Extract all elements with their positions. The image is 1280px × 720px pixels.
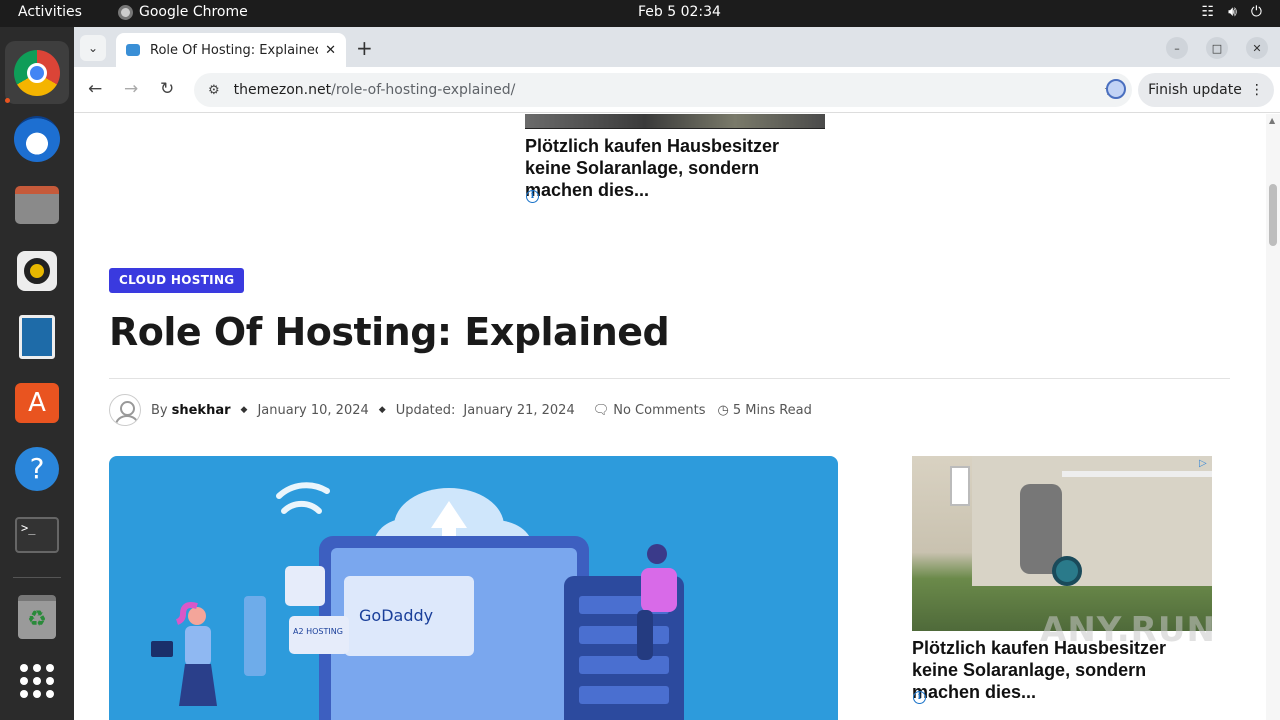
terminal-icon: >_	[15, 517, 59, 553]
category-badge[interactable]: CLOUD HOSTING	[109, 268, 245, 293]
chrome-small-icon	[118, 4, 133, 20]
minimize-button[interactable]: –	[1166, 37, 1188, 59]
volume-icon: 🔊︎	[1228, 4, 1237, 20]
top-ad-text[interactable]: Plötzlich kaufen Hausbesitzer keine Sola…	[525, 135, 815, 201]
hero-image: GoDaddy A2 HOSTING	[109, 456, 838, 720]
side-ad-image[interactable]	[912, 456, 1212, 631]
close-tab-icon[interactable]: ✕	[325, 43, 336, 58]
dock-separator	[13, 577, 61, 578]
favicon-icon	[126, 44, 140, 56]
files-icon	[15, 186, 59, 224]
network-icon: ☷	[1201, 4, 1215, 20]
read-time: 5 Mins Read	[732, 402, 812, 418]
rhythmbox-icon	[17, 251, 57, 291]
dock-software[interactable]: A	[13, 379, 61, 427]
dock-terminal[interactable]: >_	[13, 511, 61, 559]
tab-bar: ⌄ Role Of Hosting: Explained ✕ + – □ ✕	[74, 27, 1280, 67]
new-tab-button[interactable]: +	[356, 36, 373, 60]
dock-thunderbird[interactable]	[13, 115, 61, 163]
apps-grid-icon	[20, 664, 54, 698]
author-link[interactable]: shekhar	[172, 403, 231, 418]
title-divider	[109, 378, 1230, 379]
godaddy-logo-text: GoDaddy	[359, 606, 433, 625]
forward-button[interactable]: →	[124, 79, 138, 99]
by-label: By	[151, 402, 168, 418]
close-window-button[interactable]: ✕	[1246, 37, 1268, 59]
site-info-icon[interactable]: ⚙	[208, 83, 220, 98]
activities-button[interactable]: Activities	[18, 4, 82, 20]
back-button[interactable]: ←	[88, 79, 102, 99]
system-top-bar: Activities Google Chrome Feb 5 02:34 ☷ 🔊…	[0, 0, 1280, 27]
finish-update-button[interactable]: Finish update ⋮	[1138, 73, 1274, 107]
diamond-separator-icon: ◆	[378, 405, 386, 415]
dock-rhythmbox[interactable]	[13, 247, 61, 295]
anyrun-watermark: ANY.RUN	[1040, 610, 1216, 650]
tab-search-button[interactable]: ⌄	[80, 35, 106, 61]
maximize-button[interactable]: □	[1206, 37, 1228, 59]
updated-label: Updated:	[395, 402, 456, 418]
thunderbird-icon	[14, 116, 60, 162]
clock-icon: ◷	[717, 402, 729, 418]
dock-impress[interactable]	[13, 313, 61, 361]
app-menu[interactable]: Google Chrome	[118, 4, 248, 20]
trash-icon: ♻	[18, 595, 56, 639]
browser-toolbar: ← → ↻ ⚙ themezon.net/role-of-hosting-exp…	[74, 67, 1280, 113]
author-avatar[interactable]	[109, 394, 141, 426]
hosting-illustration: GoDaddy A2 HOSTING	[151, 482, 684, 720]
show-apps-button[interactable]	[13, 657, 61, 705]
app-name: Google Chrome	[139, 4, 248, 20]
impress-icon	[19, 315, 55, 359]
dock: A ? >_ ♻	[0, 27, 74, 720]
page-title: Role Of Hosting: Explained	[109, 310, 670, 354]
scroll-up-icon[interactable]: ▲	[1269, 116, 1275, 125]
running-indicator	[5, 98, 10, 103]
tab-active[interactable]: Role Of Hosting: Explained ✕	[116, 33, 346, 67]
comments-link[interactable]: No Comments	[613, 403, 705, 418]
comment-icon: 🗨︎	[592, 402, 610, 418]
chrome-icon	[14, 50, 60, 96]
help-icon: ?	[15, 447, 59, 491]
a2-hosting-logo-text: A2 HOSTING	[293, 627, 343, 636]
adchoices-icon[interactable]: ▷	[1199, 458, 1211, 470]
clock[interactable]: Feb 5 02:34	[638, 4, 721, 20]
tab-title: Role Of Hosting: Explained	[150, 42, 318, 58]
updated-date: January 21, 2024	[463, 402, 575, 418]
chevron-down-icon: ⌄	[87, 41, 99, 55]
power-icon: ⏻	[1250, 4, 1262, 20]
url-domain: themezon.net	[233, 82, 332, 98]
url-path: /role-of-hosting-explained/	[331, 82, 516, 98]
finish-update-label: Finish update	[1148, 82, 1242, 98]
diamond-separator-icon: ◆	[240, 405, 248, 415]
dock-help[interactable]: ?	[13, 445, 61, 493]
reload-button[interactable]: ↻	[160, 79, 174, 99]
dock-files[interactable]	[13, 181, 61, 229]
kebab-menu-icon: ⋮	[1249, 82, 1264, 98]
software-icon: A	[15, 383, 59, 423]
profile-avatar-button[interactable]	[1106, 79, 1126, 99]
top-ad-image[interactable]	[525, 114, 825, 129]
system-tray[interactable]: ☷ 🔊︎ ⏻	[1202, 4, 1262, 20]
ad-info-icon[interactable]: i	[526, 190, 539, 203]
ad-info-icon[interactable]: i	[913, 691, 926, 704]
scrollbar-thumb[interactable]	[1269, 184, 1277, 246]
page-scrollbar[interactable]: ▲	[1266, 114, 1280, 720]
post-meta: By shekhar ◆ January 10, 2024 ◆ Updated:…	[109, 394, 812, 426]
address-bar[interactable]: ⚙ themezon.net/role-of-hosting-explained…	[194, 73, 1132, 107]
dock-trash[interactable]: ♻	[13, 593, 61, 641]
dock-chrome[interactable]	[13, 49, 61, 97]
published-date: January 10, 2024	[257, 402, 369, 418]
